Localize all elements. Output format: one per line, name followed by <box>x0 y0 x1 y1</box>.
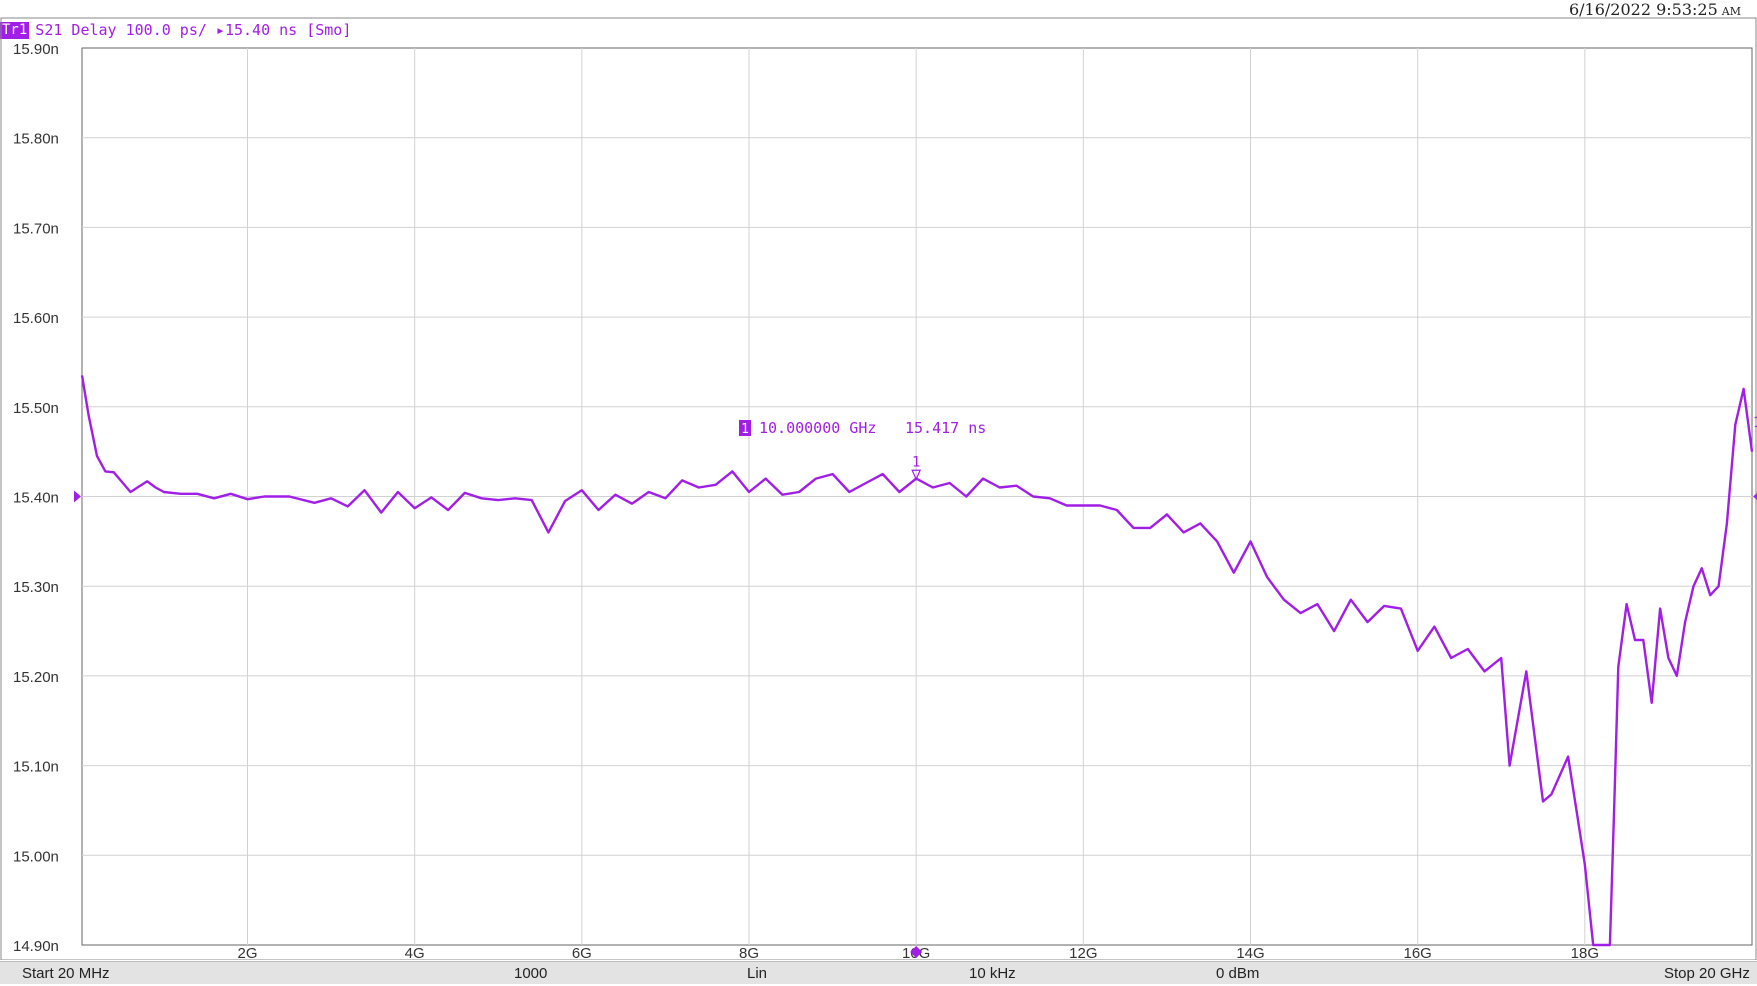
y-tick-label: 15.60n <box>13 310 59 327</box>
x-tick-label: 2G <box>237 945 257 960</box>
marker-readout-frequency: 10.000000 GHz <box>759 419 876 437</box>
marker-readout-value: 15.417 ns <box>905 419 986 437</box>
x-tick-label: 12G <box>1069 945 1097 960</box>
y-tick-label: 15.00n <box>13 848 59 865</box>
stop-frequency[interactable]: Stop 20 GHz <box>1664 965 1750 982</box>
x-tick-label: 6G <box>572 945 592 960</box>
y-tick-label: 15.90n <box>13 41 59 58</box>
right-marker-label: 1 <box>1753 415 1757 431</box>
y-tick-label: 15.10n <box>13 759 59 776</box>
start-frequency[interactable]: Start 20 MHz <box>22 965 110 982</box>
x-tick-label: 16G <box>1403 945 1431 960</box>
sweep-points[interactable]: 1000 <box>514 965 547 982</box>
y-tick-label: 14.90n <box>13 938 59 955</box>
y-tick-label: 15.80n <box>13 131 59 148</box>
y-tick-label: 15.50n <box>13 400 59 417</box>
x-tick-label: 4G <box>405 945 425 960</box>
x-tick-label: 14G <box>1236 945 1264 960</box>
marker-1-label: 1 <box>912 454 920 470</box>
status-bar: Start 20 MHz 1000 Lin 10 kHz 0 dBm Stop … <box>0 961 1757 984</box>
source-power[interactable]: 0 dBm <box>1216 965 1259 982</box>
marker-readout-number: 1 <box>741 422 749 437</box>
if-bandwidth[interactable]: 10 kHz <box>969 965 1016 982</box>
sweep-type[interactable]: Lin <box>747 965 767 982</box>
y-tick-label: 15.70n <box>13 220 59 237</box>
y-tick-labels: 15.90n 15.80n 15.70n 15.60n 15.50n 15.40n 15.3… <box>13 41 59 955</box>
x-tick-label: 18G <box>1571 945 1599 960</box>
marker-readout: 1 10.000000 GHz 15.417 ns <box>738 419 986 437</box>
delay-chart: 15.90n 15.80n 15.70n 15.60n 15.50n 15.40n 15.3… <box>0 17 1757 960</box>
y-tick-label: 15.30n <box>13 579 59 596</box>
y-tick-label: 15.40n <box>13 490 59 507</box>
y-tick-label: 15.20n <box>13 669 59 686</box>
x-tick-label: 8G <box>739 945 759 960</box>
reference-level-marker-left[interactable] <box>74 490 81 503</box>
